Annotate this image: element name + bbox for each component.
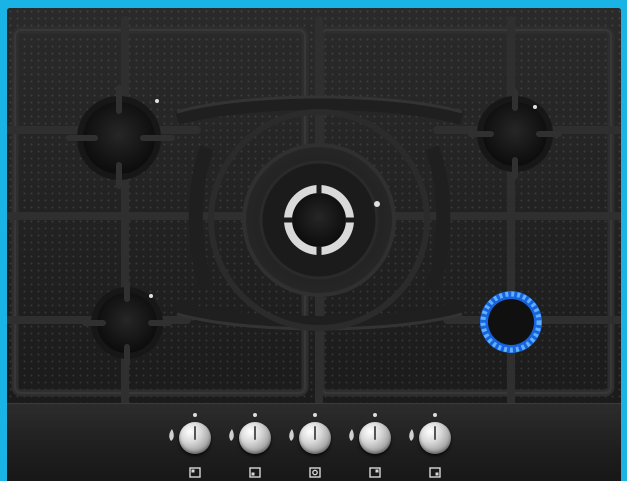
knob-3[interactable] — [287, 404, 347, 481]
burner-control-knob[interactable] — [419, 422, 451, 454]
burner-control-knob[interactable] — [359, 422, 391, 454]
flame-icon — [409, 429, 414, 441]
front-right-indicator-icon — [429, 467, 441, 478]
cooktop — [7, 8, 621, 481]
cast-iron-grates — [7, 16, 621, 403]
knob-1[interactable] — [167, 404, 227, 481]
rear-right-indicator-icon — [369, 467, 381, 478]
burner-control-knob[interactable] — [179, 422, 211, 454]
center-indicator-icon — [309, 467, 321, 478]
flame-icon — [289, 429, 294, 441]
knob-indicator-dot — [253, 413, 257, 417]
knob-indicator-dot — [313, 413, 317, 417]
burner-control-knob[interactable] — [299, 422, 331, 454]
flame-icon — [349, 429, 354, 441]
control-panel — [7, 403, 621, 481]
knob-2[interactable] — [227, 404, 287, 481]
knob-4[interactable] — [347, 404, 407, 481]
flame-icon — [169, 429, 174, 441]
knob-indicator-dot — [433, 413, 437, 417]
burner-control-knob[interactable] — [239, 422, 271, 454]
rear-left-indicator-icon — [189, 467, 201, 478]
front-left-indicator-icon — [249, 467, 261, 478]
knob-5[interactable] — [407, 404, 467, 481]
lit-burner-flame — [480, 291, 542, 353]
knob-indicator-dot — [373, 413, 377, 417]
flame-icon — [229, 429, 234, 441]
knob-indicator-dot — [193, 413, 197, 417]
